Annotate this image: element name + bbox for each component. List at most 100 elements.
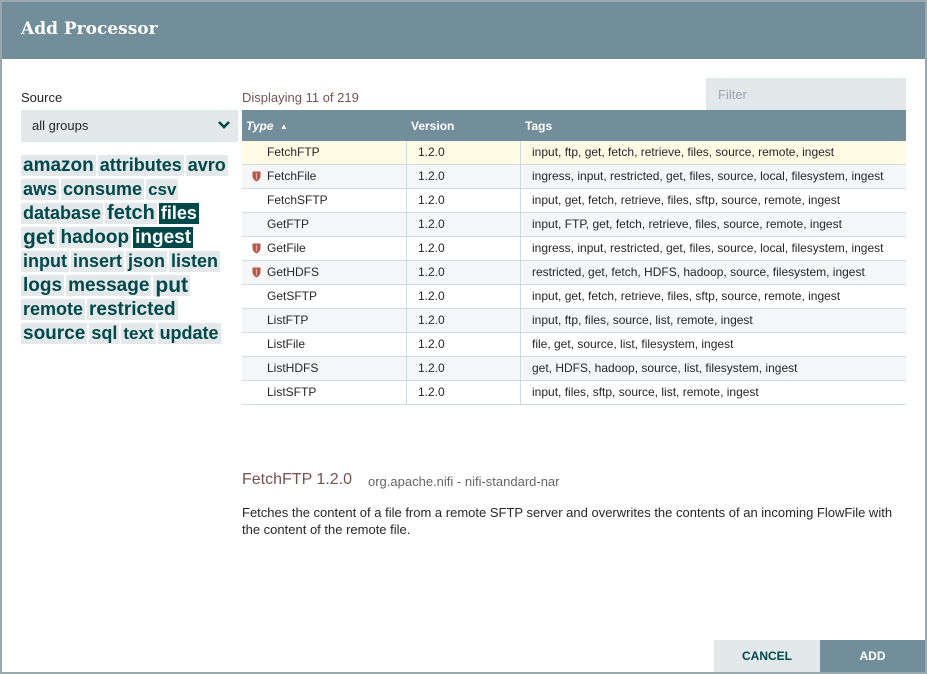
table-row[interactable]: GetFTP 1.2.0 input, FTP, get, fetch, retri…	[242, 213, 906, 237]
table-row[interactable]: ListHDFS 1.2.0 get, HDFS, hadoop, source, …	[242, 357, 906, 381]
chevron-down-icon	[218, 121, 230, 129]
processor-type: GetSFTP	[267, 289, 318, 303]
column-header-type[interactable]: Type ▲	[246, 119, 288, 133]
restricted-shield-icon	[252, 243, 261, 254]
tag-consume[interactable]: consume	[61, 179, 145, 200]
add-button[interactable]: ADD	[820, 640, 925, 672]
cell-type: GetSFTP	[242, 285, 407, 308]
tag-fetch[interactable]: fetch	[105, 203, 157, 224]
cell-tags: input, FTP, get, fetch, retrieve, files,…	[521, 213, 906, 236]
cell-version: 1.2.0	[407, 141, 521, 164]
processor-tags: input, get, fetch, retrieve, files, sftp…	[532, 193, 841, 207]
source-dropdown[interactable]: all groups	[21, 110, 238, 142]
cell-type: FetchFTP	[242, 141, 407, 164]
tag-source[interactable]: source	[21, 323, 88, 344]
cell-version: 1.2.0	[407, 261, 521, 284]
tag-text[interactable]: text	[121, 323, 156, 344]
source-label: Source	[21, 90, 63, 105]
cell-version: 1.2.0	[407, 213, 521, 236]
cell-version: 1.2.0	[407, 237, 521, 260]
tag-insert[interactable]: insert	[70, 251, 125, 272]
table-row[interactable]: FetchSFTP 1.2.0 input, get, fetch, retriev…	[242, 189, 906, 213]
column-header-version[interactable]: Version	[411, 119, 454, 133]
tag-listen[interactable]: listen	[169, 251, 221, 272]
processor-type: ListSFTP	[267, 385, 317, 399]
tag-cloud: amazon attributes avro aws consume csv databas…	[21, 155, 236, 347]
tag-csv[interactable]: csv	[146, 179, 179, 200]
table-row[interactable]: ListFTP 1.2.0 input, ftp, files, source, l…	[242, 309, 906, 333]
restricted-shield-icon	[252, 171, 261, 182]
processor-tags: ingress, input, restricted, get, files, …	[532, 241, 884, 255]
tag-aws[interactable]: aws	[21, 179, 60, 200]
tag-input[interactable]: input	[21, 251, 69, 272]
tag-restricted[interactable]: restricted	[87, 299, 178, 320]
cell-type: ListHDFS	[242, 357, 407, 380]
cell-type: ListFTP	[242, 309, 407, 332]
processor-table: Type ▲ Version Tags FetchFTP 1.2.0 input, …	[242, 110, 906, 405]
cell-tags: input, ftp, get, fetch, retrieve, files,…	[521, 141, 906, 164]
tag-logs[interactable]: logs	[21, 275, 65, 296]
cell-type: FetchFile	[242, 165, 407, 188]
cell-version: 1.2.0	[407, 309, 521, 332]
tag-sql[interactable]: sql	[89, 323, 120, 344]
cell-version: 1.2.0	[407, 381, 521, 404]
cancel-button[interactable]: CANCEL	[714, 640, 820, 672]
processor-tags: input, get, fetch, retrieve, files, sftp…	[532, 289, 841, 303]
cell-type: GetFile	[242, 237, 407, 260]
column-type-label: Type	[246, 119, 274, 133]
table-row[interactable]: ListFile 1.2.0 file, get, source, list, fi…	[242, 333, 906, 357]
sort-ascending-icon: ▲	[279, 122, 288, 131]
table-header: Type ▲ Version Tags	[242, 110, 906, 141]
processor-type: ListHDFS	[267, 361, 319, 375]
detail-title: FetchFTP 1.2.0	[242, 471, 352, 488]
cell-tags: ingress, input, restricted, get, files, …	[521, 237, 906, 260]
processor-tags: input, FTP, get, fetch, retrieve, files,…	[532, 217, 842, 231]
processor-version: 1.2.0	[418, 337, 445, 351]
table-row[interactable]: GetFile 1.2.0 ingress, input, restricted, …	[242, 237, 906, 261]
tag-update[interactable]: update	[157, 323, 221, 344]
processor-version: 1.2.0	[418, 241, 445, 255]
processor-type: GetFile	[267, 241, 306, 255]
processor-type: FetchFile	[267, 169, 317, 183]
tag-database[interactable]: database	[21, 203, 104, 224]
table-row[interactable]: ListSFTP 1.2.0 input, files, sftp, source,…	[242, 381, 906, 405]
table-row[interactable]: FetchFile 1.2.0 ingress, input, restricted…	[242, 165, 906, 189]
processor-version: 1.2.0	[418, 265, 445, 279]
cell-type: ListSFTP	[242, 381, 407, 404]
tag-json[interactable]: json	[126, 251, 168, 272]
table-row[interactable]: GetSFTP 1.2.0 input, get, fetch, retrieve,…	[242, 285, 906, 309]
table-row[interactable]: GetHDFS 1.2.0 restricted, get, fetch, HDFS…	[242, 261, 906, 285]
processor-type: GetHDFS	[267, 265, 320, 279]
cell-tags: ingress, input, restricted, get, files, …	[521, 165, 906, 188]
filter-input[interactable]	[706, 78, 906, 110]
processor-tags: file, get, source, list, filesystem, ing…	[532, 337, 734, 351]
detail-bundle: org.apache.nifi - nifi-standard-nar	[368, 474, 560, 489]
table-body: FetchFTP 1.2.0 input, ftp, get, fetch, ret…	[242, 141, 906, 405]
tag-files[interactable]: files	[158, 203, 199, 224]
processor-tags: input, files, sftp, source, list, remote…	[532, 385, 759, 399]
column-header-tags[interactable]: Tags	[525, 119, 552, 133]
processor-version: 1.2.0	[418, 145, 445, 159]
processor-tags: get, HDFS, hadoop, source, list, filesys…	[532, 361, 798, 375]
tag-attributes[interactable]: attributes	[97, 155, 184, 176]
processor-type: FetchFTP	[267, 145, 320, 159]
cell-tags: get, HDFS, hadoop, source, list, filesys…	[521, 357, 906, 380]
tag-amazon[interactable]: amazon	[21, 155, 96, 176]
tag-avro[interactable]: avro	[185, 155, 228, 176]
tag-ingest[interactable]: ingest	[133, 227, 194, 248]
tag-message[interactable]: message	[66, 275, 152, 296]
cell-type: FetchSFTP	[242, 189, 407, 212]
cell-version: 1.2.0	[407, 357, 521, 380]
tag-hadoop[interactable]: hadoop	[58, 227, 132, 248]
processor-type: ListFTP	[267, 313, 309, 327]
cell-version: 1.2.0	[407, 333, 521, 356]
processor-tags: input, ftp, files, source, list, remote,…	[532, 313, 753, 327]
tag-get[interactable]: get	[21, 227, 57, 248]
table-row[interactable]: FetchFTP 1.2.0 input, ftp, get, fetch, ret…	[242, 141, 906, 165]
tag-put[interactable]: put	[153, 275, 191, 296]
cell-tags: input, files, sftp, source, list, remote…	[521, 381, 906, 404]
cell-tags: input, get, fetch, retrieve, files, sftp…	[521, 189, 906, 212]
tag-remote[interactable]: remote	[21, 299, 86, 320]
cell-tags: restricted, get, fetch, HDFS, hadoop, so…	[521, 261, 906, 284]
processor-tags: restricted, get, fetch, HDFS, hadoop, so…	[532, 265, 865, 279]
